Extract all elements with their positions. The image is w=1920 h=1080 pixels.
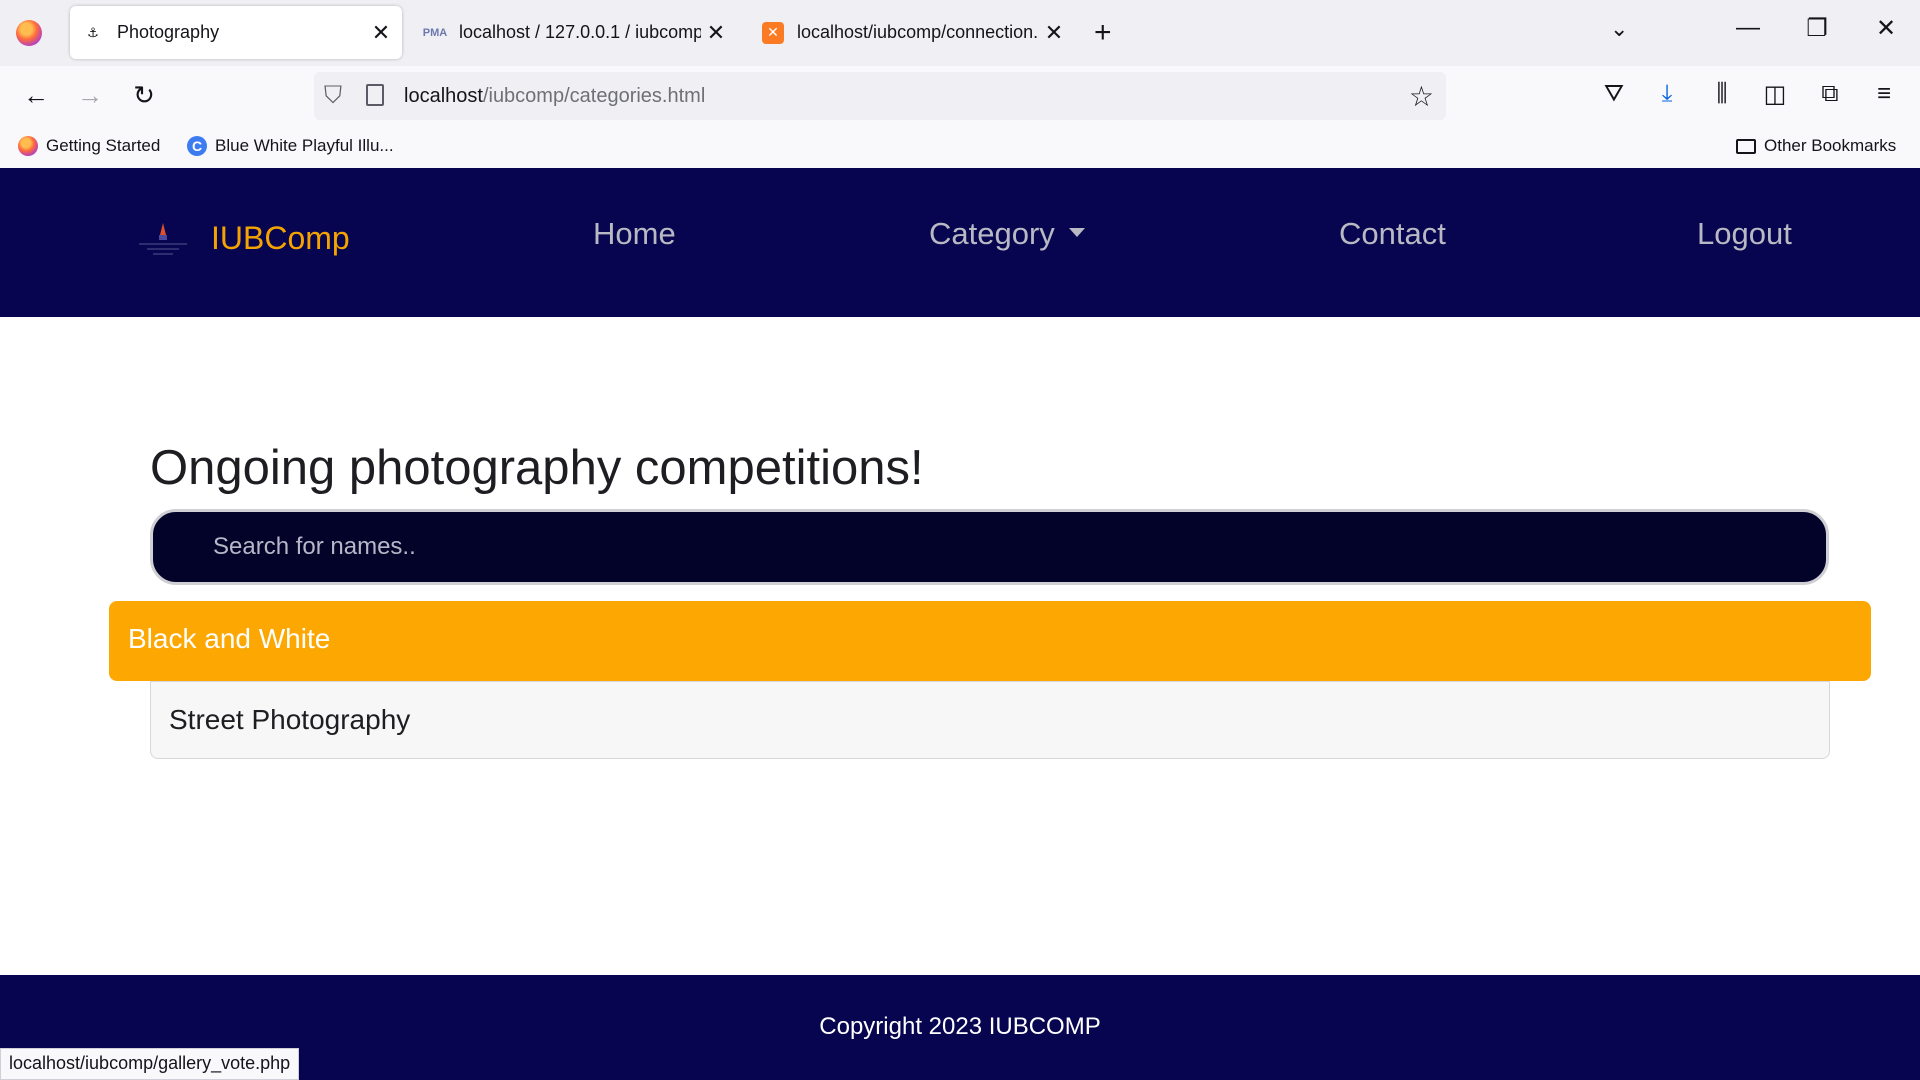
minimize-icon[interactable]: — bbox=[1728, 14, 1768, 42]
back-icon[interactable]: ← bbox=[18, 80, 54, 111]
nav-contact[interactable]: Contact bbox=[1339, 216, 1446, 252]
list-all-tabs-icon[interactable]: ⌄ bbox=[1610, 16, 1628, 42]
other-bookmarks[interactable]: Other Bookmarks bbox=[1736, 136, 1896, 156]
site-logo-icon: ⚓ bbox=[87, 24, 99, 40]
bookmarks-toolbar: Getting Started C Blue White Playful Ill… bbox=[0, 130, 1920, 168]
menu-icon[interactable]: ≡ bbox=[1866, 80, 1902, 108]
phpmyadmin-icon: PMA bbox=[422, 26, 448, 39]
downloads-icon[interactable]: ⤓ bbox=[1649, 80, 1685, 108]
category-label: Black and White bbox=[128, 623, 331, 654]
canva-icon: C bbox=[187, 136, 207, 156]
close-tab-icon[interactable]: ✕ bbox=[366, 20, 396, 46]
firefox-icon bbox=[18, 136, 38, 156]
page-title: Ongoing photography competitions! bbox=[150, 441, 924, 495]
tab-photography[interactable]: ⚓ Photography ✕ bbox=[70, 6, 402, 59]
reload-icon[interactable]: ↻ bbox=[126, 80, 162, 111]
forward-icon[interactable]: → bbox=[72, 80, 108, 111]
iub-logo-icon[interactable] bbox=[133, 221, 193, 259]
library-icon[interactable]: ⫼ bbox=[1704, 80, 1740, 108]
browser-tab-bar: ⚓ Photography ✕ PMA localhost / 127.0.0.… bbox=[0, 0, 1920, 66]
sidebar-icon[interactable]: ◫ bbox=[1757, 80, 1793, 109]
shield-icon[interactable]: ⛉ bbox=[324, 82, 342, 110]
nav-category[interactable]: Category bbox=[929, 216, 1085, 252]
category-item-black-and-white[interactable]: Black and White bbox=[109, 601, 1871, 681]
browser-navigation-bar: ← → ↻ ⛉ localhost/iubcomp/categories.htm… bbox=[0, 66, 1920, 130]
pocket-icon[interactable]: ⛛ bbox=[1596, 80, 1632, 108]
other-bookmarks-label: Other Bookmarks bbox=[1764, 136, 1897, 155]
bookmark-label: Blue White Playful Illu... bbox=[215, 136, 394, 155]
close-tab-icon[interactable]: ✕ bbox=[701, 20, 731, 46]
extensions-icon[interactable]: ⧉ bbox=[1812, 80, 1848, 108]
bookmark-canva[interactable]: C Blue White Playful Illu... bbox=[187, 136, 394, 156]
nav-category-label: Category bbox=[929, 216, 1055, 251]
url-path: /iubcomp/categories.html bbox=[482, 85, 706, 107]
bookmark-star-icon[interactable]: ☆ bbox=[1409, 80, 1434, 113]
tab-title: localhost / 127.0.0.1 / iubcomp bbox=[459, 22, 701, 42]
url-host: localhost bbox=[404, 85, 483, 107]
restore-icon[interactable]: ❐ bbox=[1797, 14, 1837, 43]
folder-icon bbox=[1736, 138, 1756, 154]
tab-title: localhost/iubcomp/connection.p bbox=[797, 22, 1039, 42]
category-label: Street Photography bbox=[169, 704, 411, 735]
tab-phpmyadmin[interactable]: PMA localhost / 127.0.0.1 / iubcomp ✕ bbox=[412, 6, 737, 59]
status-bar-url: localhost/iubcomp/gallery_vote.php bbox=[0, 1048, 300, 1080]
tab-connection[interactable]: ✕ localhost/iubcomp/connection.p ✕ bbox=[750, 6, 1075, 59]
tab-title: Photography bbox=[117, 22, 220, 42]
page-info-icon[interactable] bbox=[366, 84, 384, 106]
site-header: IUBComp Home Category Contact Logout bbox=[0, 168, 1920, 317]
category-item-street-photography[interactable]: Street Photography bbox=[150, 681, 1830, 759]
address-bar[interactable]: ⛉ localhost/iubcomp/categories.html ☆ bbox=[314, 72, 1446, 120]
bookmark-label: Getting Started bbox=[46, 136, 161, 155]
nav-logout[interactable]: Logout bbox=[1697, 216, 1792, 252]
copyright-text: Copyright 2023 IUBCOMP bbox=[819, 1013, 1101, 1040]
close-tab-icon[interactable]: ✕ bbox=[1039, 20, 1069, 46]
bookmark-getting-started[interactable]: Getting Started bbox=[18, 136, 160, 156]
dropdown-caret-icon bbox=[1068, 228, 1085, 238]
search-box bbox=[150, 509, 1829, 585]
search-input[interactable] bbox=[153, 512, 1826, 582]
new-tab-icon[interactable]: + bbox=[1094, 16, 1112, 50]
firefox-logo-icon[interactable] bbox=[16, 20, 42, 46]
url-text[interactable]: localhost/iubcomp/categories.html bbox=[404, 85, 705, 108]
nav-home[interactable]: Home bbox=[593, 216, 676, 252]
xampp-icon: ✕ bbox=[762, 21, 784, 44]
close-window-icon[interactable]: ✕ bbox=[1866, 14, 1906, 43]
brand-name[interactable]: IUBComp bbox=[211, 220, 350, 257]
